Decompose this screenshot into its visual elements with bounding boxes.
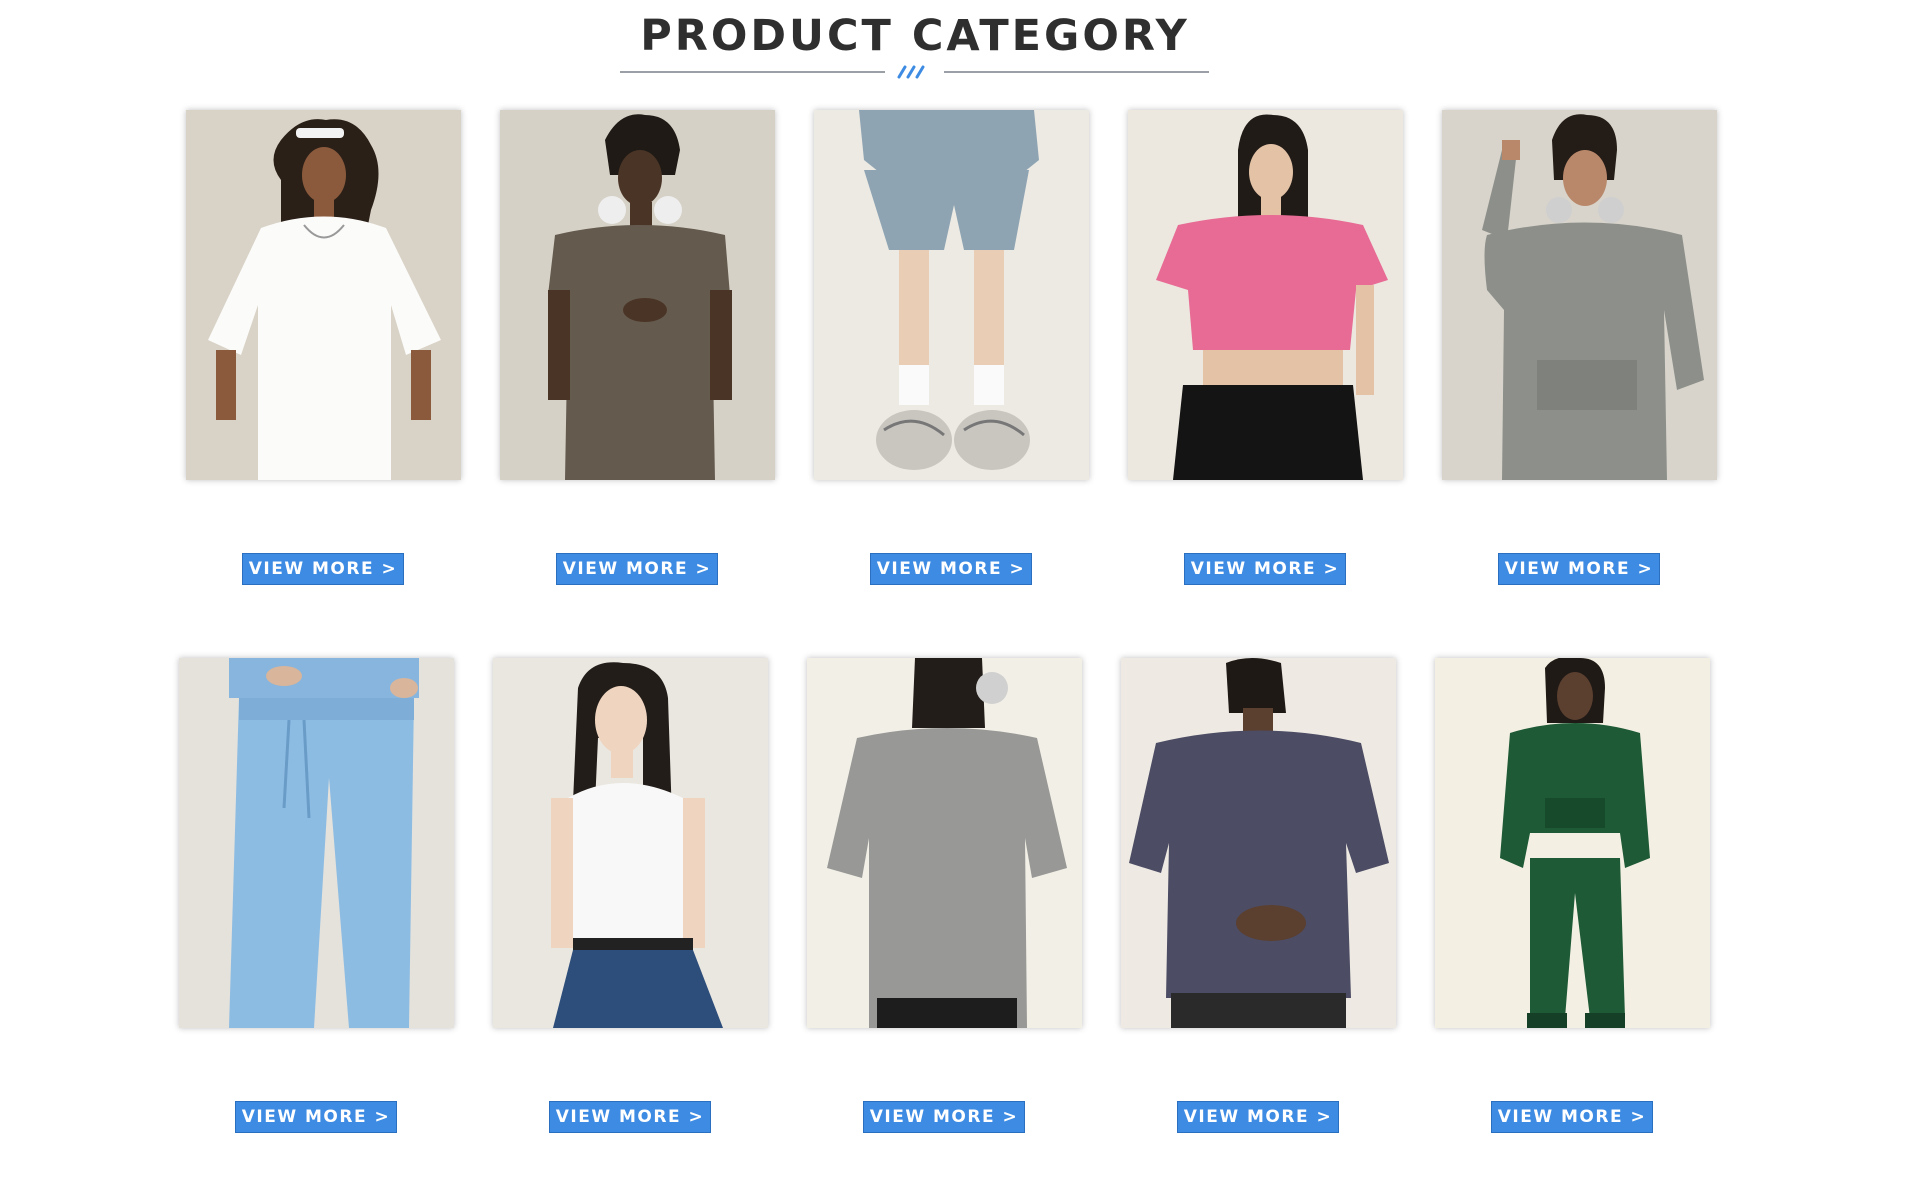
product-image-blue-sweatpants[interactable]: [179, 658, 454, 1028]
view-more-button-6[interactable]: VIEW MORE >: [235, 1101, 397, 1133]
product-card-3[interactable]: [814, 110, 1089, 480]
title-divider-right: [944, 71, 1209, 73]
product-card-2[interactable]: [500, 110, 775, 480]
product-card-8[interactable]: [807, 658, 1082, 1028]
page-title: PRODUCT CATEGORY: [640, 11, 1190, 61]
product-card-10[interactable]: [1435, 658, 1710, 1028]
product-card-1[interactable]: [186, 110, 461, 480]
view-more-button-9[interactable]: VIEW MORE >: [1177, 1101, 1339, 1133]
view-more-button-8[interactable]: VIEW MORE >: [863, 1101, 1025, 1133]
view-more-button-1[interactable]: VIEW MORE >: [242, 553, 404, 585]
product-card-7[interactable]: [493, 658, 768, 1028]
product-image-green-hoodie-set[interactable]: [1435, 658, 1710, 1028]
view-more-button-3[interactable]: VIEW MORE >: [870, 553, 1032, 585]
product-image-white-tee[interactable]: [186, 110, 461, 480]
product-card-6[interactable]: [179, 658, 454, 1028]
view-more-button-10[interactable]: VIEW MORE >: [1491, 1101, 1653, 1133]
view-more-button-2[interactable]: VIEW MORE >: [556, 553, 718, 585]
title-divider-left: [620, 71, 885, 73]
view-more-button-4[interactable]: VIEW MORE >: [1184, 553, 1346, 585]
product-image-white-tank-top[interactable]: [493, 658, 768, 1028]
product-image-navy-tee-back[interactable]: [1121, 658, 1396, 1028]
product-card-4[interactable]: [1128, 110, 1403, 480]
divider-slashes-icon: [897, 65, 925, 79]
product-image-grey-hoodie[interactable]: [1442, 110, 1717, 480]
product-image-brown-sleeveless-tee[interactable]: [500, 110, 775, 480]
product-image-shorts[interactable]: [814, 110, 1089, 480]
product-card-5[interactable]: [1442, 110, 1717, 480]
product-card-9[interactable]: [1121, 658, 1396, 1028]
view-more-button-7[interactable]: VIEW MORE >: [549, 1101, 711, 1133]
product-image-grey-tee-back[interactable]: [807, 658, 1082, 1028]
view-more-button-5[interactable]: VIEW MORE >: [1498, 553, 1660, 585]
product-image-pink-crop-tee[interactable]: [1128, 110, 1403, 480]
